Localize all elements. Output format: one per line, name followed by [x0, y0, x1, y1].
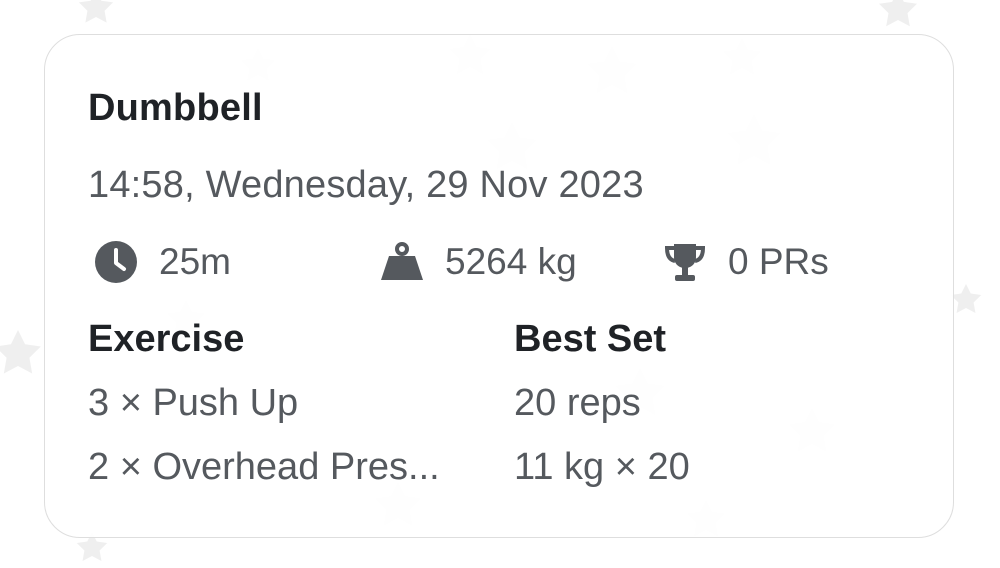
workout-datetime: 14:58, Wednesday, 29 Nov 2023	[88, 164, 644, 206]
volume-value: 5264 kg	[445, 241, 577, 282]
duration-value: 25m	[159, 241, 231, 282]
exercise-name: 3 × Push Up	[88, 382, 299, 424]
workout-card[interactable]: Dumbbell 14:58, Wednesday, 29 Nov 2023 2…	[44, 34, 954, 538]
weight-icon	[379, 239, 425, 285]
exercise-column-header: Exercise	[88, 318, 245, 360]
best-set-column-header: Best Set	[514, 318, 667, 360]
best-set-value: 20 reps	[514, 382, 641, 424]
best-set-value: 11 kg × 20	[514, 446, 690, 488]
clock-icon	[93, 239, 139, 285]
volume-stat: 5264 kg	[379, 237, 577, 287]
duration-stat: 25m	[93, 237, 231, 287]
prs-stat: 0 PRs	[662, 237, 829, 287]
workout-title: Dumbbell	[88, 87, 263, 129]
prs-value: 0 PRs	[728, 241, 829, 282]
exercise-name: 2 × Overhead Pres...	[88, 446, 440, 488]
trophy-icon	[662, 239, 708, 285]
